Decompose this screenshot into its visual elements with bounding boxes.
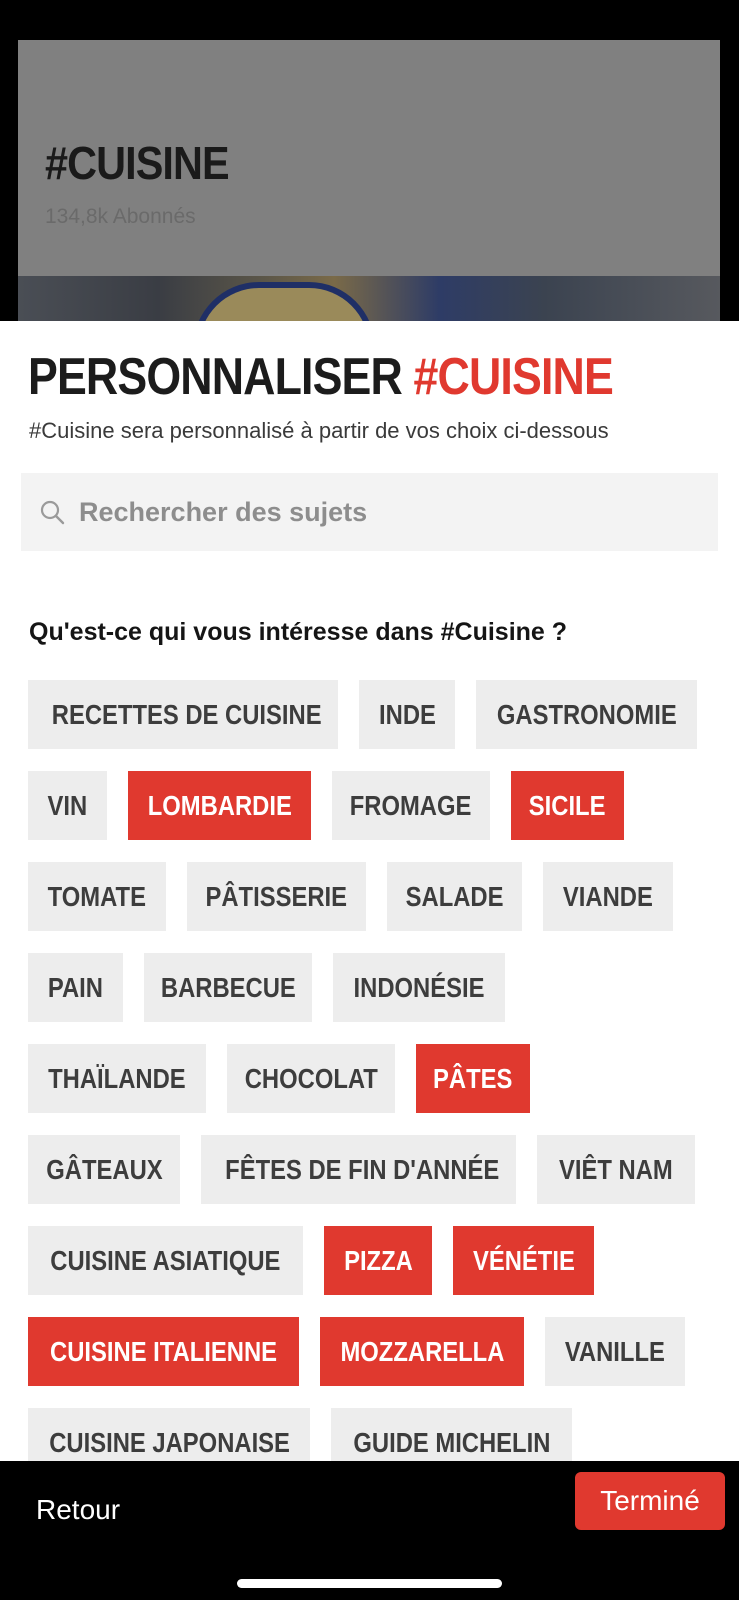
topic-chip[interactable]: VIN [28,771,107,840]
topic-chip[interactable]: INDONÉSIE [333,953,505,1022]
topic-chip[interactable]: RECETTES DE CUISINE [28,680,338,749]
topic-chip[interactable]: LOMBARDIE [128,771,311,840]
topic-chip[interactable]: FROMAGE [332,771,490,840]
topic-chip[interactable]: FÊTES DE FIN D'ANNÉE [201,1135,516,1204]
topic-chip[interactable]: PIZZA [324,1226,432,1295]
chip-row: CUISINE ITALIENNE MOZZARELLA VANILLE [28,1317,728,1386]
personalize-sheet: PERSONNALISER #CUISINE #Cuisine sera per… [0,321,739,1461]
done-button[interactable]: Terminé [575,1472,725,1530]
chip-row: GÂTEAUX FÊTES DE FIN D'ANNÉE VIÊT NAM [28,1135,728,1204]
topic-chip[interactable]: VÉNÉTIE [453,1226,594,1295]
sheet-subtitle: #Cuisine sera personnalisé à partir de v… [29,418,609,443]
topic-chip-list: RECETTES DE CUISINE INDE GASTRONOMIE VIN… [28,680,728,1461]
topic-chip[interactable]: VANILLE [545,1317,685,1386]
topic-chip[interactable]: TOMATE [28,862,166,931]
topic-chip[interactable]: CUISINE JAPONAISE [28,1408,310,1461]
chip-row: TOMATE PÂTISSERIE SALADE VIANDE [28,862,728,931]
topic-chip[interactable]: VIANDE [543,862,673,931]
topic-chip[interactable]: VIÊT NAM [537,1135,695,1204]
topic-chip[interactable]: PÂTES [416,1044,530,1113]
topic-chip[interactable]: SICILE [511,771,624,840]
sheet-title-prefix: PERSONNALISER [28,348,414,406]
chip-row: CUISINE ASIATIQUE PIZZA VÉNÉTIE [28,1226,728,1295]
topic-chip[interactable]: CHOCOLAT [227,1044,395,1113]
chip-row: THAÏLANDE CHOCOLAT PÂTES [28,1044,728,1113]
topic-chip[interactable]: THAÏLANDE [28,1044,206,1113]
chip-row: CUISINE JAPONAISE GUIDE MICHELIN [28,1408,728,1461]
sheet-title: PERSONNALISER #CUISINE [28,348,614,406]
search-bar[interactable] [21,473,718,551]
chip-row: VIN LOMBARDIE FROMAGE SICILE [28,771,728,840]
sheet-title-accent: #CUISINE [413,348,614,406]
topic-chip[interactable]: GUIDE MICHELIN [331,1408,572,1461]
topic-chip[interactable]: CUISINE ASIATIQUE [28,1226,303,1295]
follower-count: 134,8k Abonnés [45,205,196,228]
chip-row: RECETTES DE CUISINE INDE GASTRONOMIE [28,680,728,749]
home-indicator[interactable] [237,1579,502,1588]
search-icon [40,500,65,525]
topic-chip[interactable]: MOZZARELLA [320,1317,524,1386]
topic-title: #CUISINE [45,137,230,189]
bottom-action-bar: Retour Terminé [0,1461,739,1600]
topic-chip[interactable]: PÂTISSERIE [187,862,366,931]
topic-chip[interactable]: BARBECUE [144,953,312,1022]
back-button[interactable]: Retour [36,1487,120,1533]
topic-header-card: #CUISINE 134,8k Abonnés [18,40,720,330]
search-input[interactable] [79,473,699,551]
interest-question: Qu'est-ce qui vous intéresse dans #Cuisi… [29,618,568,646]
topic-chip[interactable]: PAIN [28,953,123,1022]
topic-chip[interactable]: INDE [359,680,455,749]
topic-chip[interactable]: SALADE [387,862,522,931]
topic-chip[interactable]: CUISINE ITALIENNE [28,1317,299,1386]
topic-chip[interactable]: GASTRONOMIE [476,680,697,749]
chip-row: PAIN BARBECUE INDONÉSIE [28,953,728,1022]
topic-chip[interactable]: GÂTEAUX [28,1135,180,1204]
